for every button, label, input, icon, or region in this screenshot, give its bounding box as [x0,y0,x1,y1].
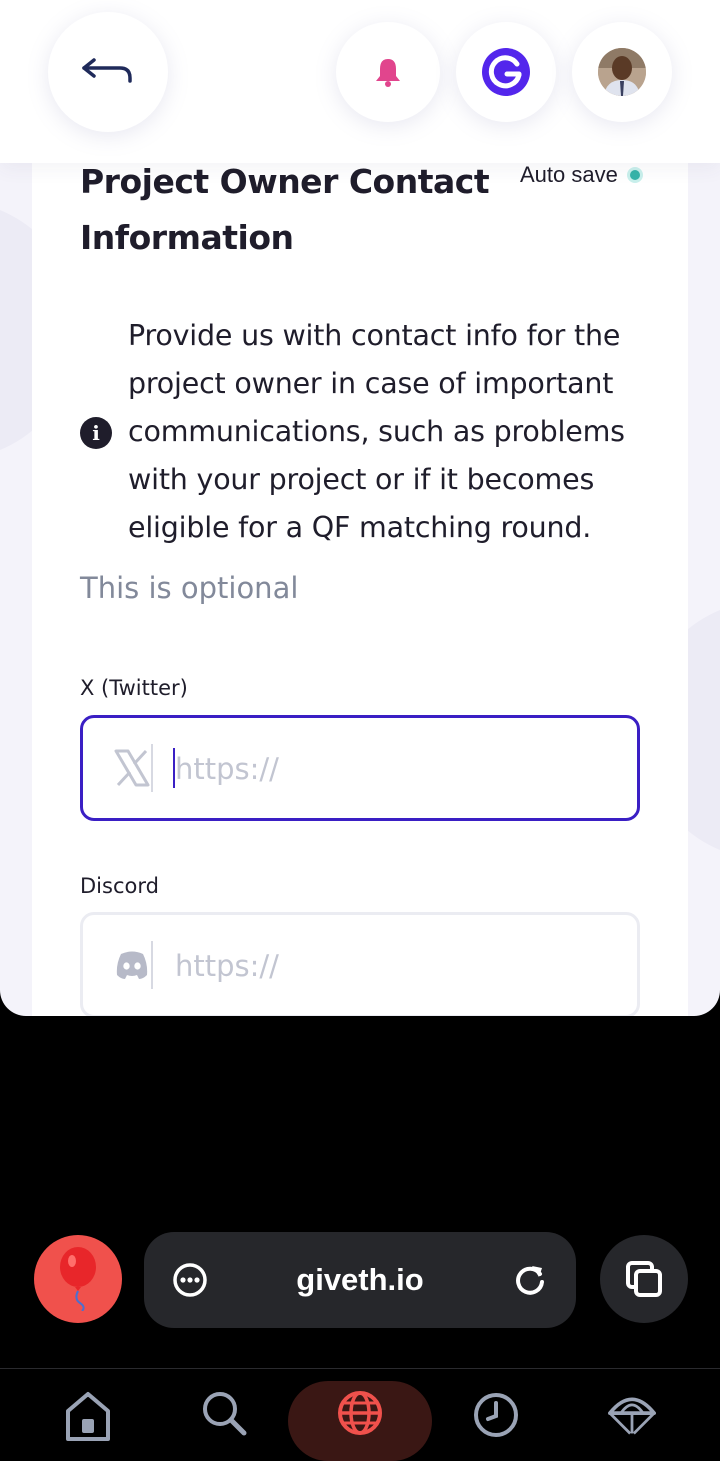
discord-input[interactable] [173,937,617,995]
user-avatar [598,48,646,96]
nav-airdrop[interactable] [608,1389,656,1441]
autosave-label: Auto save [520,162,618,187]
giveth-button[interactable] [456,22,556,122]
bell-icon [376,59,400,87]
info-text: Provide us with contact info for the pro… [128,319,625,544]
nav-home[interactable] [64,1389,112,1441]
search-icon [203,1392,247,1436]
field-separator [151,941,153,989]
section-title: Project Owner Contact Information [80,162,490,257]
back-arrow-icon [82,58,132,83]
home-icon [66,1392,110,1441]
twitter-label: X (Twitter) [80,676,188,700]
twitter-input[interactable] [173,740,617,798]
twitter-field[interactable] [80,715,640,821]
discord-icon [116,951,148,979]
tabs-icon [626,1261,662,1297]
globe-icon [338,1391,382,1435]
autosave-status-dot [629,170,640,180]
discord-field[interactable] [80,912,640,1016]
giveth-logo-icon [482,48,530,96]
autosave-indicator: Auto save [520,162,640,188]
profile-button[interactable] [572,22,672,122]
web-content: Project Owner Contact Information Auto s… [0,0,720,1016]
bottom-navigation [0,1368,720,1461]
address-bar[interactable]: giveth.io [144,1232,576,1328]
back-button[interactable] [48,12,168,132]
tabs-button[interactable] [600,1235,688,1323]
parachute-icon [608,1397,656,1435]
nav-history[interactable] [472,1389,520,1441]
discord-label: Discord [80,874,159,898]
nav-search[interactable] [200,1389,248,1441]
balloon-button[interactable] [34,1235,122,1323]
optional-note: This is optional [80,571,299,605]
nav-browser[interactable] [336,1389,384,1441]
notifications-button[interactable] [336,22,440,122]
field-separator [151,744,153,792]
reload-icon[interactable] [512,1262,548,1298]
x-twitter-icon [114,749,150,787]
history-icon [474,1393,518,1437]
balloon-icon [60,1247,96,1311]
site-header [0,0,720,163]
info-icon: i [80,417,112,449]
